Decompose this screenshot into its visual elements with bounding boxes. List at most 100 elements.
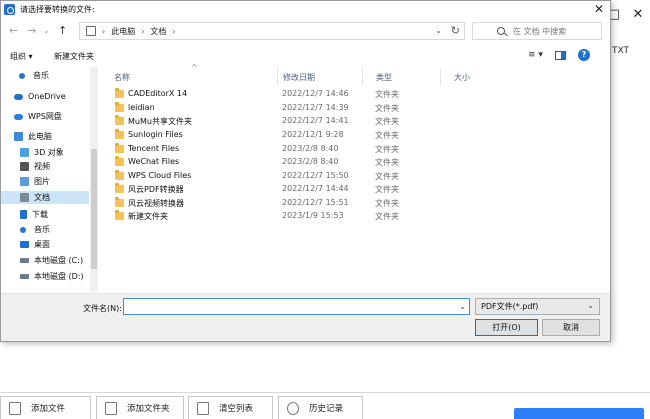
back-arrow-icon[interactable]: ←: [9, 24, 18, 37]
file-date: 2022/12/7 15:50: [282, 171, 349, 180]
nav-item-pictures[interactable]: 图片: [1, 175, 89, 188]
file-name: Tencent Files: [128, 144, 180, 153]
history-label: 历史记录: [309, 404, 344, 414]
filename-input[interactable]: ⌄: [123, 298, 470, 315]
nav-item-label: 本地磁盘 (C:): [34, 256, 84, 265]
file-row[interactable]: leidian 2022/12/7 14:39 文件夹: [101, 102, 601, 115]
nav-item-onedrive[interactable]: OneDrive: [1, 90, 89, 103]
filename-label: 文件名(N):: [83, 304, 122, 313]
nav-item-documents[interactable]: 文档: [1, 191, 89, 204]
file-date: 2022/12/7 14:41: [282, 116, 349, 125]
file-open-dialog: 请选择要转换的文件: ✕ ← → ⌄ ↑ › 此电脑 › 文档 › ⌄ ↻ 在 …: [0, 0, 611, 342]
nav-item-videos[interactable]: 视频: [1, 160, 89, 173]
view-options-icon[interactable]: ≡ ▾: [528, 50, 543, 60]
address-dropdown-icon[interactable]: ⌄: [435, 26, 442, 35]
file-row[interactable]: Tencent Files 2023/2/8 8:40 文件夹: [101, 143, 601, 156]
file-type: 文件夹: [375, 117, 399, 126]
file-row[interactable]: 风云PDF转换器 2022/12/7 14:44 文件夹: [101, 183, 601, 196]
trash-icon: [197, 401, 209, 415]
search-input[interactable]: 在 文档 中搜索: [472, 22, 602, 40]
breadcrumb-separator[interactable]: ›: [102, 27, 105, 36]
file-type: 文件夹: [375, 90, 399, 99]
new-folder-button[interactable]: 新建文件夹: [54, 51, 94, 62]
column-header-label: 类型: [376, 72, 392, 82]
file-name: 新建文件夹: [128, 212, 168, 221]
file-row[interactable]: MuMu共享文件夹 2022/12/7 14:41 文件夹: [101, 115, 601, 128]
file-row[interactable]: 风云视频转换器 2022/12/7 15:51 文件夹: [101, 197, 601, 210]
nav-item-label: 本地磁盘 (D:): [34, 272, 84, 281]
column-header-name[interactable]: 名称: [101, 69, 278, 85]
clock-icon: [287, 401, 299, 415]
nav-item-music-2[interactable]: 音乐: [1, 223, 89, 236]
nav-item-drive-c[interactable]: 本地磁盘 (C:): [1, 254, 89, 267]
nav-item-wps-cloud[interactable]: WPS网盘: [1, 110, 89, 123]
address-row: ← → ⌄ ↑ › 此电脑 › 文档 › ⌄ ↻ 在 文档 中搜索: [1, 19, 610, 43]
scrollbar-thumb[interactable]: [91, 149, 97, 269]
breadcrumb-separator[interactable]: ›: [172, 27, 175, 36]
file-list: ^ 名称 修改日期 类型 大小 CADEditorX 14 2022/12/7 …: [101, 63, 610, 292]
breadcrumb-this-pc[interactable]: 此电脑: [111, 26, 135, 37]
add-file-button[interactable]: 添加文件: [0, 396, 91, 419]
folder-icon: [115, 115, 124, 125]
background-side-text: TXT: [612, 46, 630, 56]
file-row[interactable]: WeChat Files 2023/2/8 8:40 文件夹: [101, 156, 601, 169]
file-row[interactable]: Sunlogin Files 2022/12/1 9:28 文件夹: [101, 129, 601, 142]
file-row[interactable]: 新建文件夹 2023/1/9 15:53 文件夹: [101, 210, 601, 223]
folder-icon: [115, 197, 124, 207]
clear-list-button[interactable]: 清空列表: [188, 396, 273, 419]
nav-item-label: WPS网盘: [28, 112, 62, 121]
folder-icon: [115, 170, 124, 180]
folder-icon: [115, 143, 124, 153]
folder-icon: [115, 210, 124, 220]
nav-item-music[interactable]: 音乐: [1, 69, 89, 82]
breadcrumb-separator[interactable]: ›: [141, 27, 144, 36]
breadcrumb-documents[interactable]: 文档: [150, 26, 166, 37]
nav-item-desktop[interactable]: 桌面: [1, 238, 89, 251]
file-type: 文件夹: [375, 185, 399, 194]
app-icon: [4, 3, 15, 15]
file-date: 2022/12/7 14:44: [282, 184, 349, 193]
help-icon[interactable]: ?: [577, 49, 590, 61]
file-date: 2022/12/1 9:28: [282, 130, 344, 139]
file-date: 2022/12/7 14:39: [282, 103, 349, 112]
column-header-type[interactable]: 类型: [363, 69, 441, 85]
cloud-icon: [14, 113, 23, 120]
add-folder-button[interactable]: 添加文件夹: [96, 396, 184, 419]
nav-item-3d-objects[interactable]: 3D 对象: [1, 146, 89, 159]
history-button[interactable]: 历史记录: [278, 396, 363, 419]
preview-pane-icon[interactable]: [554, 50, 566, 60]
nav-item-label: 3D 对象: [34, 148, 64, 157]
navigation-pane: 音乐 OneDrive WPS网盘 此电脑 3D 对象 视频 图片 文档 下载 …: [1, 67, 99, 292]
document-icon: [20, 193, 29, 202]
recent-locations-dropdown-icon[interactable]: ⌄: [43, 26, 50, 35]
file-type: 文件夹: [375, 212, 399, 221]
nav-item-drive-d[interactable]: 本地磁盘 (D:): [1, 270, 89, 283]
nav-item-downloads[interactable]: 下载: [1, 208, 89, 221]
primary-action-button[interactable]: [514, 408, 644, 419]
nav-item-this-pc[interactable]: 此电脑: [1, 130, 89, 143]
navigation-scrollbar[interactable]: [90, 67, 98, 292]
close-icon[interactable]: ✕: [594, 2, 604, 16]
folder-icon: [115, 183, 124, 193]
filetype-value: PDF文件(*.pdf): [481, 302, 539, 311]
filename-dropdown-icon[interactable]: ⌄: [459, 302, 466, 311]
file-name: WPS Cloud Files: [128, 171, 192, 180]
file-date: 2023/2/8 8:40: [282, 144, 339, 153]
music-icon: [20, 226, 26, 233]
address-bar[interactable]: › 此电脑 › 文档 › ⌄ ↻: [79, 22, 465, 40]
file-row[interactable]: WPS Cloud Files 2022/12/7 15:50 文件夹: [101, 170, 601, 183]
filetype-select[interactable]: PDF文件(*.pdf) ⌄: [475, 298, 600, 315]
file-name: WeChat Files: [128, 157, 180, 166]
cancel-button[interactable]: 取消: [542, 319, 600, 336]
column-header-date[interactable]: 修改日期: [270, 69, 363, 85]
column-header-size[interactable]: 大小: [441, 69, 501, 85]
file-row[interactable]: CADEditorX 14 2022/12/7 14:46 文件夹: [101, 88, 601, 101]
open-button[interactable]: 打开(O): [475, 319, 538, 336]
file-date: 2022/12/7 15:51: [282, 198, 349, 207]
close-icon[interactable]: ✕: [626, 7, 650, 22]
organize-menu[interactable]: 组织 ▾: [10, 51, 33, 62]
view-controls: ≡ ▾ ?: [528, 49, 590, 61]
forward-arrow-icon[interactable]: →: [27, 24, 36, 37]
up-arrow-icon[interactable]: ↑: [58, 24, 67, 37]
refresh-icon[interactable]: ↻: [451, 24, 460, 37]
